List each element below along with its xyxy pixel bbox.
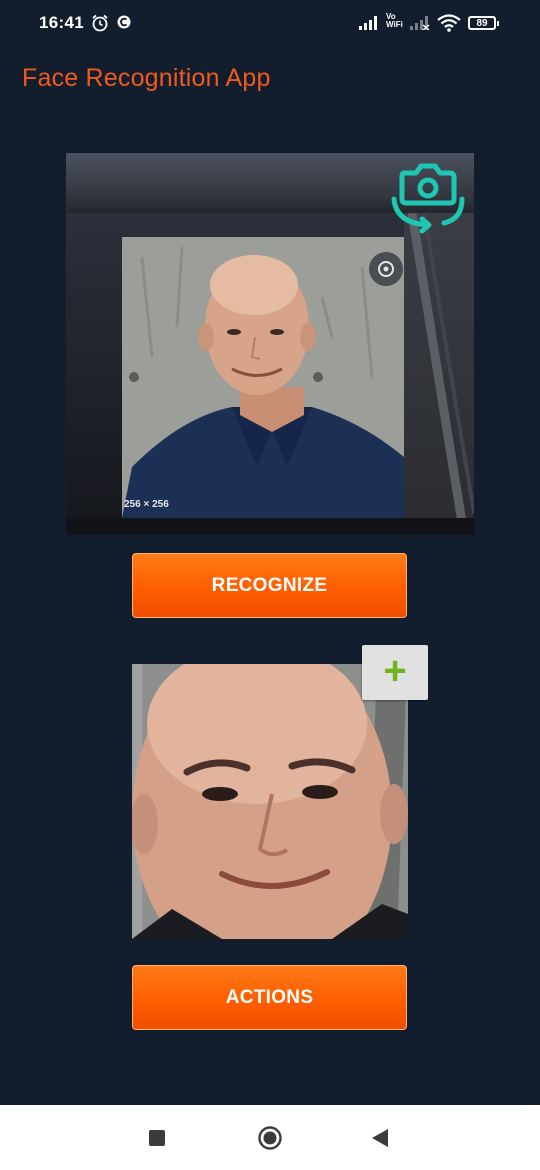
actions-button[interactable]: ACTIONS [132,965,407,1030]
camera-preview: 256 × 256 [66,153,474,535]
image-size-label: 256 × 256 [124,499,169,510]
app-title: Face Recognition App [22,64,271,92]
signal-icon [359,16,377,30]
camera-subject-photo [122,237,404,518]
c-app-icon [117,15,131,29]
flip-camera-icon[interactable] [388,159,468,235]
status-time: 16:41 [39,13,84,32]
add-face-button[interactable]: + [362,645,428,700]
home-icon[interactable] [258,1126,282,1150]
lens-icon [369,252,403,286]
background-pole [407,212,474,535]
camera-right-band [404,212,474,535]
face-figure [132,664,408,939]
wifi-icon [437,14,461,32]
back-icon[interactable] [371,1128,389,1148]
person-figure [122,237,404,518]
vowifi-icon: Vo WiFi [386,13,403,29]
recognize-button[interactable]: RECOGNIZE [132,553,407,618]
recent-apps-icon[interactable] [149,1130,165,1146]
alarm-icon [92,14,108,32]
vowifi-bottom-label: WiFi [386,20,403,29]
battery-icon: 89 [468,16,499,30]
camera-bottom-band [66,518,474,535]
detected-face-image [132,664,408,939]
system-nav-bar [0,1105,540,1170]
app-screen: 16:41 Vo WiFi 89 Face Recognition App 25… [0,0,540,1170]
signal-icon-2 [410,16,430,30]
status-bar: 16:41 Vo WiFi 89 [0,0,540,50]
